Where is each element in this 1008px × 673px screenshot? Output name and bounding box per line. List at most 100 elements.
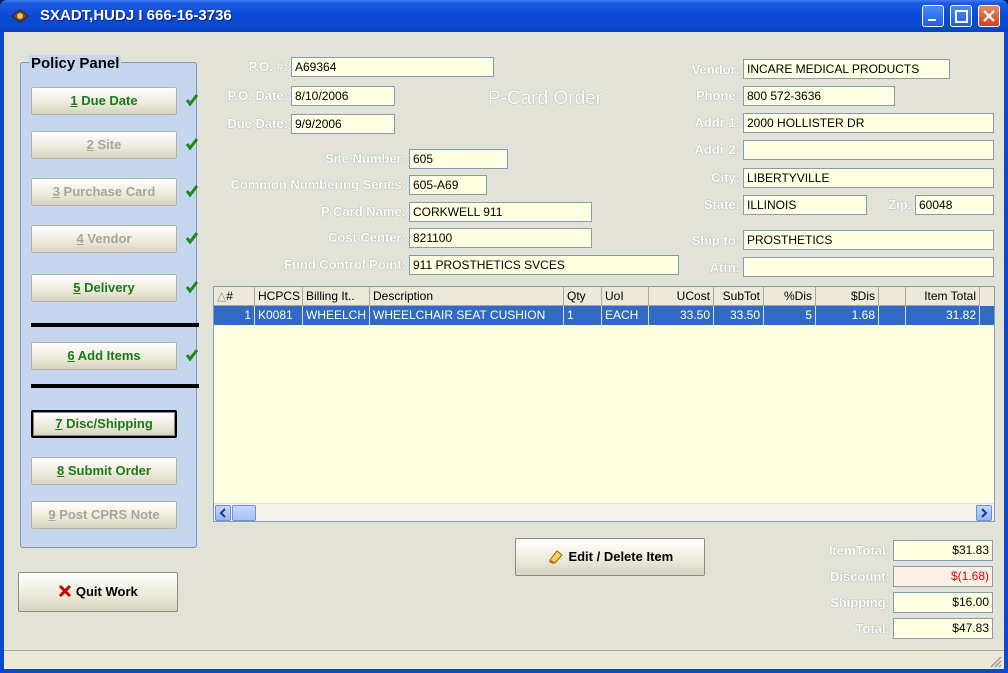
vendor-field[interactable]: INCARE MEDICAL PRODUCTS [743, 59, 950, 79]
po-number-field[interactable]: A69364 [291, 57, 494, 77]
maximize-icon [955, 10, 968, 23]
pcard-name-label: P Card Name: [320, 204, 406, 219]
check-icon [185, 138, 199, 151]
edit-delete-item-label: Edit / Delete Item [568, 549, 674, 564]
discount-field[interactable]: $(1.68) [893, 566, 993, 587]
scroll-thumb[interactable] [232, 505, 256, 521]
shipping-label: Shipping: [830, 595, 890, 610]
zip-field[interactable]: 60048 [915, 195, 994, 215]
vendor-label-text: Vendor: [691, 62, 740, 77]
disc-shipping-button[interactable]: 7 Disc/Shipping [31, 410, 177, 438]
page-title: P-Card Order [488, 88, 603, 109]
sort-icon: △ [217, 289, 227, 303]
state-field[interactable]: ILLINOIS [743, 195, 867, 215]
col-header-dollar-dis[interactable]: $Dis [816, 287, 879, 306]
purchase-card-button[interactable]: 3 Purchase Card [31, 178, 177, 206]
item-total-field[interactable]: $31.83 [893, 540, 993, 561]
check-icon [185, 232, 199, 245]
phone-field[interactable]: 800 572-3636 [743, 86, 895, 106]
attn-field[interactable] [743, 257, 994, 277]
addr1-label: Addr 1: [694, 115, 741, 130]
due-date-button[interactable]: 1 Due Date [31, 87, 177, 115]
vendor-button[interactable]: 4 Vendor [31, 225, 177, 253]
add-items-button[interactable]: 6 Add Items [31, 342, 177, 370]
cost-center-label: Cost Center: [327, 230, 406, 245]
col-header-uoi[interactable]: UoI [602, 287, 649, 306]
post-cprs-note-accel: 9 [48, 507, 56, 522]
post-cprs-note-button[interactable]: 9 Post CPRS Note [31, 501, 177, 529]
col-header-pct-dis[interactable]: %Dis [764, 287, 816, 306]
vendor-accel: 4 [76, 231, 84, 246]
attn-label: Attn: [709, 260, 740, 275]
total-field[interactable]: $47.83 [893, 618, 993, 639]
grid-header: △# HCPCS Billing It.. Description Qty Uo… [214, 287, 994, 306]
eraser-icon [548, 550, 563, 564]
col-header-description[interactable]: Description [370, 287, 564, 306]
purchase-card-label: Purchase Card [63, 184, 156, 199]
shipping-field[interactable]: $16.00 [893, 592, 993, 613]
cell-blank [879, 306, 906, 325]
delivery-button[interactable]: 5 Delivery [31, 274, 177, 302]
col-header-blank[interactable] [879, 287, 906, 306]
quit-work-button[interactable]: Quit Work [18, 572, 178, 612]
ship-to-field[interactable]: PROSTHETICS [743, 230, 994, 250]
pcard-name-field[interactable]: CORKWELL 911 [409, 202, 592, 222]
addr2-field[interactable] [743, 140, 994, 160]
site-accel: 2 [86, 137, 94, 152]
col-header-billing-item[interactable]: Billing It.. [303, 287, 370, 306]
addr1-field[interactable]: 2000 HOLLISTER DR [743, 113, 994, 133]
col-header-subtot[interactable]: SubTot [714, 287, 764, 306]
horizontal-scrollbar[interactable] [214, 503, 994, 521]
common-numbering-field[interactable]: 605-A69 [409, 175, 487, 195]
cell-subtot: 33.50 [714, 306, 764, 325]
items-grid[interactable]: △# HCPCS Billing It.. Description Qty Uo… [213, 286, 995, 522]
minimize-button[interactable] [922, 5, 944, 27]
maximize-button[interactable] [950, 5, 972, 27]
chevron-left-icon [219, 508, 226, 518]
cell-dollar-dis: 1.68 [816, 306, 879, 325]
cell-qty: 1 [564, 306, 602, 325]
cell-num: 1 [214, 306, 255, 325]
status-bar [4, 650, 1004, 669]
col-header-ucost[interactable]: UCost [649, 287, 714, 306]
addr2-label: Addr 2: [694, 142, 741, 157]
due-date-accel: 1 [70, 93, 78, 108]
site-button[interactable]: 2 Site [31, 131, 177, 159]
col-header-qty[interactable]: Qty [564, 287, 602, 306]
close-icon [983, 10, 995, 22]
cell-hcpcs: K0081 [255, 306, 303, 325]
delivery-accel: 5 [73, 280, 81, 295]
close-button[interactable] [978, 5, 1000, 27]
window-title: SXADT,HUDJ I 666-16-3736 [40, 7, 232, 24]
item-total-label: ItemTotal: [828, 543, 890, 558]
col-header-item-total[interactable]: Item Total [906, 287, 980, 306]
minimize-icon [928, 19, 936, 21]
scroll-right-button[interactable] [976, 505, 992, 521]
due-date-field[interactable]: 9/9/2006 [291, 114, 395, 134]
po-date-label: P.O. Date: [227, 88, 288, 103]
fund-control-field[interactable]: 911 PROSTHETICS SVCES [409, 255, 679, 275]
edit-delete-item-button[interactable]: Edit / Delete Item [515, 538, 705, 576]
table-row[interactable]: 1 K0081 WHEELCH WHEELCHAIR SEAT CUSHION … [214, 306, 994, 325]
delivery-label: Delivery [84, 280, 135, 295]
city-field[interactable]: LIBERTYVILLE [743, 168, 994, 188]
add-items-accel: 6 [67, 348, 75, 363]
phone-label: Phone: [695, 88, 740, 103]
title-bar[interactable]: SXADT,HUDJ I 666-16-3736 [0, 0, 1008, 32]
cell-billing-item: WHEELCH [303, 306, 370, 325]
col-header-hcpcs[interactable]: HCPCS [255, 287, 303, 306]
site-number-field[interactable]: 605 [409, 149, 508, 169]
fund-control-label: Fund Control Point: [283, 257, 406, 272]
cell-ucost: 33.50 [649, 306, 714, 325]
check-icon [185, 94, 199, 107]
policy-panel-title: Policy Panel [29, 55, 122, 72]
col-header-num[interactable]: △# [214, 287, 255, 306]
zip-label: Zip: [888, 197, 912, 212]
separator [31, 384, 199, 388]
scroll-left-button[interactable] [215, 505, 231, 521]
cost-center-field[interactable]: 821100 [409, 228, 592, 248]
post-cprs-note-label: Post CPRS Note [59, 507, 160, 522]
resize-grip-icon[interactable] [988, 654, 1002, 668]
submit-order-button[interactable]: 8 Submit Order [31, 457, 177, 485]
po-date-field[interactable]: 8/10/2006 [291, 86, 395, 106]
